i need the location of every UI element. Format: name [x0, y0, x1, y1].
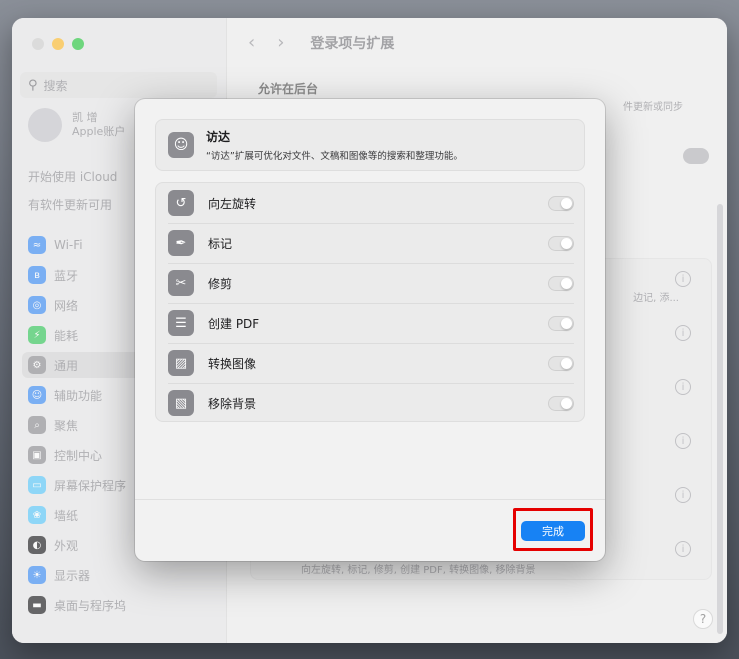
- extension-row: ↺ 向左旋转: [156, 183, 584, 223]
- extension-label: 向左旋转: [208, 196, 257, 211]
- extension-label: 转换图像: [208, 356, 257, 371]
- extension-toggle[interactable]: [548, 356, 574, 371]
- toggle-knob: [561, 198, 572, 209]
- extension-row: ✂ 修剪: [156, 263, 584, 303]
- convert-image-icon: ▨: [168, 350, 194, 376]
- extension-row: ☰ 创建 PDF: [156, 303, 584, 343]
- extension-row: ▨ 转换图像: [156, 343, 584, 383]
- finder-extensions-sheet: ☺ 访达 “访达”扩展可优化对文件、文稿和图像等的搜索和整理功能。 ↺ 向左旋转 ✒…: [135, 99, 605, 561]
- sheet-divider: [135, 499, 605, 500]
- toggle-knob: [561, 318, 572, 329]
- toggle-knob: [561, 398, 572, 409]
- finder-icon: ☺: [168, 132, 194, 158]
- sheet-title: 访达: [206, 130, 231, 144]
- extension-row: ▧ 移除背景: [156, 383, 584, 423]
- extension-toggle[interactable]: [548, 316, 574, 331]
- done-button[interactable]: 完成: [521, 521, 585, 541]
- extension-row: ✒ 标记: [156, 223, 584, 263]
- remove-background-icon: ▧: [168, 390, 194, 416]
- extension-label: 创建 PDF: [208, 316, 260, 331]
- extension-toggle[interactable]: [548, 396, 574, 411]
- extensions-list: ↺ 向左旋转 ✒ 标记 ✂ 修剪 ☰ 创建 PDF ▨ 转换图像 ▧ 移除背景: [155, 182, 585, 422]
- toggle-knob: [561, 358, 572, 369]
- markup-icon: ✒: [168, 230, 194, 256]
- extension-toggle[interactable]: [548, 236, 574, 251]
- extension-toggle[interactable]: [548, 196, 574, 211]
- sheet-header: ☺ 访达 “访达”扩展可优化对文件、文稿和图像等的搜索和整理功能。: [155, 119, 585, 171]
- extension-label: 移除背景: [208, 396, 257, 411]
- extension-toggle[interactable]: [548, 276, 574, 291]
- pdf-icon: ☰: [168, 310, 194, 336]
- sheet-description: “访达”扩展可优化对文件、文稿和图像等的搜索和整理功能。: [206, 151, 463, 162]
- trim-icon: ✂: [168, 270, 194, 296]
- extension-label: 修剪: [208, 276, 233, 291]
- rotate-left-icon: ↺: [168, 190, 194, 216]
- toggle-knob: [561, 278, 572, 289]
- toggle-knob: [561, 238, 572, 249]
- extension-label: 标记: [208, 236, 233, 251]
